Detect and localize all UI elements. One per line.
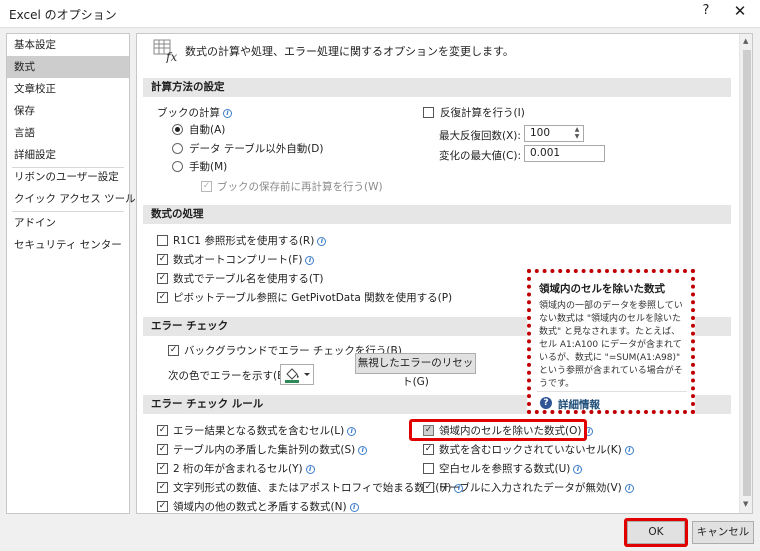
rule-inconsistent-table-formula-checkbox[interactable]: ✓ — [157, 444, 168, 455]
error-color-picker[interactable] — [280, 364, 314, 385]
getpivotdata-checkbox[interactable]: ✓ — [157, 292, 168, 303]
formula-autocomplete-checkbox[interactable]: ✓ — [157, 254, 168, 265]
info-icon: i — [624, 484, 634, 493]
scroll-thumb[interactable] — [743, 50, 751, 496]
rule-inconsistent-region-formula-checkbox[interactable]: ✓ — [157, 501, 168, 512]
page-description: 数式の計算や処理、エラー処理に関するオプションを変更します。 — [185, 45, 514, 58]
iterative-calc-checkbox[interactable] — [423, 107, 434, 118]
highlight-annotation — [409, 419, 587, 441]
info-icon: i — [305, 256, 315, 265]
table-names-checkbox[interactable]: ✓ — [157, 273, 168, 284]
window-title: Excel のオプション — [9, 8, 117, 22]
rule-numbers-as-text-checkbox[interactable]: ✓ — [157, 482, 168, 493]
tooltip-divider — [537, 391, 687, 392]
calc-auto-except-tables-radio[interactable] — [172, 143, 183, 154]
rule-tooltip: 領域内のセルを除いた数式 領域内の一部のデータを参照していない数式は "領域内の… — [527, 269, 695, 414]
table-names-label: 数式でテーブル名を使用する(T) — [173, 273, 324, 285]
rule-invalid-table-data-checkbox[interactable]: ✓ — [423, 482, 434, 493]
calc-manual-radio[interactable] — [172, 161, 183, 172]
rule-two-digit-year-label: 2 桁の年が含まれるセル(Y) i — [173, 461, 315, 476]
max-change-label: 変化の最大値(C): — [439, 150, 522, 162]
rule-invalid-table-data-label: テーブルに入力されたデータが無効(V) i — [439, 480, 634, 495]
error-color-label: 次の色でエラーを示す(E): — [168, 370, 292, 382]
rule-empty-cell-reference-checkbox[interactable] — [423, 463, 434, 474]
formula-autocomplete-label: 数式オートコンプリート(F) i — [173, 252, 315, 267]
calc-auto-radio[interactable] — [172, 124, 183, 135]
r1c1-checkbox[interactable] — [157, 235, 168, 246]
sidebar-item-general[interactable]: 基本設定 — [7, 34, 129, 56]
r1c1-label: R1C1 参照形式を使用する(R) i — [173, 233, 327, 248]
calc-auto-label: 自動(A) — [189, 124, 226, 136]
rule-inconsistent-region-formula-label: 領域内の他の数式と矛盾する数式(N) i — [173, 499, 359, 513]
content-scrollbar[interactable]: ▲ ▼ — [739, 34, 752, 513]
help-icon[interactable]: ? — [696, 3, 716, 18]
rule-numbers-as-text-label: 文字列形式の数値、またはアポストロフィで始まる数値(H) i — [173, 480, 464, 495]
options-sidebar: 基本設定 数式 文章校正 保存 言語 詳細設定 リボンのユーザー設定 クイック … — [6, 33, 160, 514]
background-error-check-checkbox[interactable]: ✓ — [168, 345, 179, 356]
info-icon: i — [573, 465, 583, 474]
rule-inconsistent-table-formula-label: テーブル内の矛盾した集計列の数式(S) i — [173, 442, 368, 457]
section-calculation: 計算方法の設定 — [143, 78, 731, 97]
info-icon: i — [624, 446, 634, 455]
sidebar-item-language[interactable]: 言語 — [7, 122, 129, 144]
max-change-input[interactable]: 0.001 — [524, 145, 605, 162]
rule-two-digit-year-checkbox[interactable]: ✓ — [157, 463, 168, 474]
sidebar-item-advanced[interactable]: 詳細設定 — [7, 144, 129, 166]
calc-manual-label: 手動(M) — [189, 161, 228, 173]
svg-text:fx: fx — [165, 50, 177, 63]
getpivotdata-label: ピボットテーブル参照に GetPivotData 関数を使用する(P) — [173, 292, 453, 304]
rule-empty-cell-reference-label: 空白セルを参照する数式(U) i — [439, 461, 583, 476]
reset-ignored-errors-button[interactable]: 無視したエラーのリセット(G) — [355, 353, 476, 388]
sidebar-item-trust-center[interactable]: セキュリティ センター — [7, 234, 129, 256]
title-bar: Excel のオプション ? ✕ — [0, 0, 760, 28]
info-icon: i — [223, 109, 232, 118]
recalc-before-save-label: ブックの保存前に再計算を行う(W) — [217, 181, 383, 193]
info-icon: i — [305, 465, 315, 474]
tooltip-title: 領域内のセルを除いた数式 — [539, 283, 665, 295]
sidebar-item-proofing[interactable]: 文章校正 — [7, 78, 129, 100]
max-iterations-spinner-icon[interactable]: ▲ ▼ — [572, 126, 582, 141]
rule-error-result-label: エラー結果となる数式を含むセル(L) i — [173, 423, 357, 438]
info-icon: i — [317, 237, 327, 246]
cancel-button[interactable]: キャンセル — [692, 521, 754, 544]
sidebar-item-addins[interactable]: アドイン — [7, 212, 129, 234]
tooltip-body: 領域内の一部のデータを参照していない数式は "領域内のセルを除いた数式" と見な… — [539, 301, 683, 389]
info-icon: i — [358, 446, 368, 455]
formula-fx-icon: fx — [153, 39, 177, 63]
rule-unlocked-formula-label: 数式を含むロックされていないセル(K) i — [439, 442, 634, 457]
close-icon[interactable]: ✕ — [730, 2, 750, 20]
calc-auto-except-tables-label: データ テーブル以外自動(D) — [189, 143, 324, 155]
max-iterations-label: 最大反復回数(X): — [439, 130, 521, 142]
help-circle-icon: ? — [540, 397, 552, 409]
iterative-calc-label: 反復計算を行う(I) — [440, 107, 525, 119]
rule-error-result-checkbox[interactable]: ✓ — [157, 425, 168, 436]
recalc-before-save-checkbox[interactable]: ✓ — [201, 181, 212, 192]
sidebar-item-save[interactable]: 保存 — [7, 100, 129, 122]
scroll-down-icon[interactable]: ▼ — [743, 500, 748, 508]
ok-button[interactable]: OK — [627, 521, 685, 544]
section-working-with-formulas: 数式の処理 — [143, 205, 731, 224]
sidebar-item-customize-ribbon[interactable]: リボンのユーザー設定 — [7, 166, 129, 188]
paint-bucket-icon — [285, 368, 310, 383]
sidebar-item-formulas[interactable]: 数式 — [7, 56, 129, 78]
sidebar-item-quick-access-toolbar[interactable]: クイック アクセス ツール バー — [7, 188, 160, 210]
info-icon: i — [349, 503, 359, 512]
tooltip-more-info-link[interactable]: 詳細情報 — [558, 397, 600, 412]
workbook-calc-label: ブックの計算 i — [157, 105, 232, 120]
info-icon: i — [347, 427, 357, 436]
rule-unlocked-formula-checkbox[interactable]: ✓ — [423, 444, 434, 455]
scroll-up-icon[interactable]: ▲ — [743, 37, 748, 45]
